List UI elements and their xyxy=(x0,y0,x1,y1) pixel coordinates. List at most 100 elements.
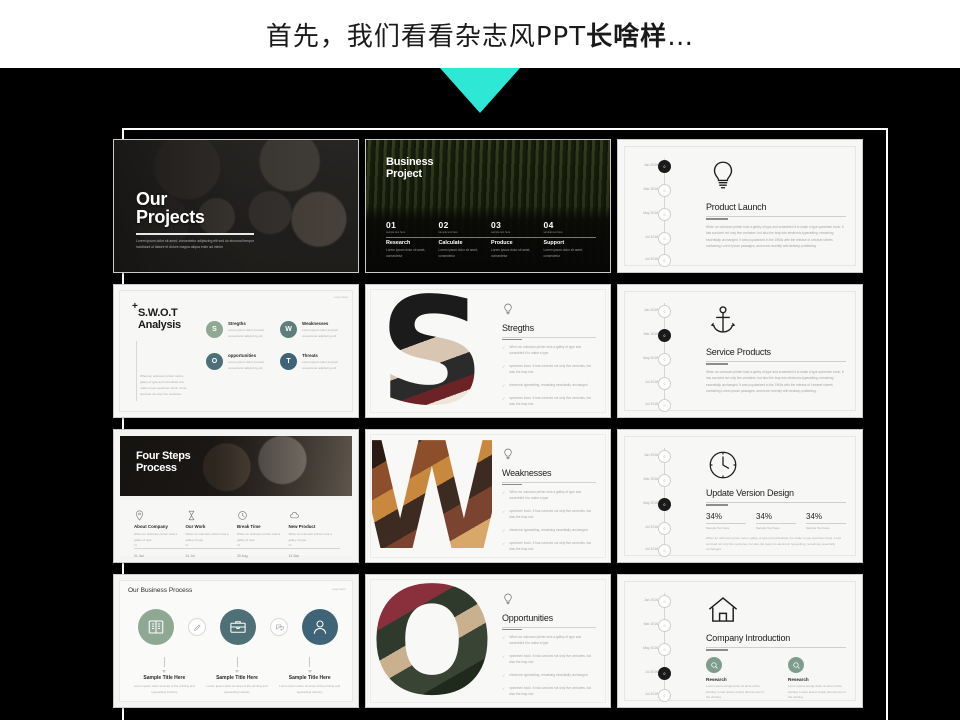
caption-text: Lorem ipsum dolor sit amet of the printi… xyxy=(206,684,268,694)
caption-item: Sample Title Here Lorem ipsum dolor sit … xyxy=(128,657,201,695)
clock-icon xyxy=(237,508,248,520)
swot-item: O opportunities Lorem ipsum dolor sit am… xyxy=(206,353,272,371)
timeline-node[interactable]: 0 xyxy=(658,305,671,318)
bullet-text: electronic typesetting, remaining essent… xyxy=(509,382,588,387)
swot-badge: S xyxy=(206,321,223,338)
bullet-text: When an unknown printer took a galley of… xyxy=(509,490,582,500)
slide-title-line2: Analysis xyxy=(138,319,181,332)
timeline-node[interactable]: 0 xyxy=(658,184,671,197)
swot-text: Lorem ipsum dolor sit amet consectetur a… xyxy=(228,328,265,338)
slide-service-products[interactable]: 0 0 0 0 0 Jan 2016 Mar 2016 May 2016 Jul… xyxy=(617,284,863,418)
bullet-text: specimen book. It has survived not only … xyxy=(509,508,592,519)
caption-text: Lorem ipsum dolor sit amet of the printi… xyxy=(133,684,195,694)
bullet-text: When an unknown printer took a galley of… xyxy=(509,345,582,355)
timeline-node[interactable]: 0 xyxy=(658,450,671,463)
slide-opportunities[interactable]: O Opportunities ✓ When an unknown printer… xyxy=(365,574,611,708)
axis-date: 30 Aug xyxy=(237,554,248,558)
axis-date: 01 Jun xyxy=(134,554,145,558)
slide-business-project[interactable]: Business Project 01 sample text here Res… xyxy=(365,139,611,273)
check-icon: ✓ xyxy=(502,508,506,514)
big-letter-w: W xyxy=(365,429,514,563)
slide-title: Our Business Process xyxy=(128,587,193,594)
page-title: 首先，我们看看杂志风PPT长啥样… xyxy=(266,16,694,53)
research-item: Research Lorem ipsum simply dolor sit am… xyxy=(706,657,766,701)
title-rule xyxy=(502,482,596,483)
timeline-node[interactable]: 0 xyxy=(658,254,671,267)
axis-date: 14 Jul xyxy=(185,554,195,558)
stat-item: 34% Sample Text here xyxy=(756,512,796,530)
timeline-node[interactable]: 0 xyxy=(658,595,671,608)
step-text: Lorem ipsum dolor sit amet, consectetur xyxy=(543,247,583,258)
step-number: 01 xyxy=(386,220,397,230)
axis-tick: 04 xyxy=(288,544,292,547)
step-column: About Company When an unknown printer to… xyxy=(134,508,186,543)
location-pin-icon xyxy=(134,508,145,521)
timeline-node[interactable]: 0 xyxy=(658,399,671,412)
timeline-date: Mar 2016 xyxy=(643,332,658,336)
timeline-date: Mar 2016 xyxy=(643,187,658,191)
lightbulb-icon xyxy=(706,158,740,192)
slide-body: When an unknown printer took a galley of… xyxy=(706,225,844,249)
step-number: 02 xyxy=(438,220,449,230)
timeline-node[interactable]: 0 xyxy=(658,544,671,557)
timeline-date: Jul 2016 xyxy=(645,692,658,696)
slide-four-steps-process[interactable]: Four Steps Process About Company When an… xyxy=(113,429,359,563)
timeline-node[interactable]: 0 xyxy=(658,160,671,173)
timeline-node[interactable]: 0 xyxy=(658,689,671,702)
slide-title-line2: Process xyxy=(136,462,177,475)
list-item: ✓ specimen book. It has survived not only… xyxy=(502,541,596,553)
check-icon: ✓ xyxy=(502,653,506,659)
title-rule-accent xyxy=(502,629,522,631)
timeline-date: May 2016 xyxy=(643,211,658,215)
title-rule-accent xyxy=(706,218,728,220)
swot-badge: T xyxy=(280,353,297,371)
step-item: 03 sample text here Produce Lorem ipsum … xyxy=(491,220,544,259)
slide-footnote: When an unknown printer took a galley of… xyxy=(140,374,187,396)
step-label: Calculate xyxy=(438,239,463,246)
slide-product-launch[interactable]: 0 0 0 0 0 Jan 2016 Mar 2016 May 2016 Jul… xyxy=(617,139,863,273)
title-rule xyxy=(706,502,846,503)
step-text: When an unknown printer took a galley of… xyxy=(134,532,178,542)
slide-swot-analysis[interactable]: + S.W.O.T Analysis When an unknown print… xyxy=(113,284,359,418)
connector-line xyxy=(309,657,311,667)
swot-heading: opportunities xyxy=(228,353,257,359)
list-item: ✓ When an unknown printer took a galley o… xyxy=(502,345,596,357)
slide-body: When an unknown printer took a galley of… xyxy=(706,370,844,394)
stat-rule xyxy=(706,523,746,524)
timeline-node[interactable]: 0 xyxy=(658,667,671,680)
timeline-node[interactable]: 0 xyxy=(658,522,671,535)
slide-title-line2: Project xyxy=(386,168,422,181)
timeline-node[interactable]: 0 xyxy=(658,208,671,221)
steps-panel: About Company When an unknown printer to… xyxy=(120,500,352,558)
slide-strengths[interactable]: S Stregths ✓ When an unknown printer took… xyxy=(365,284,611,418)
timeline-date: Jul 2016 xyxy=(645,547,658,551)
timeline-node[interactable]: 0 xyxy=(658,353,671,366)
axis-tick: 02 xyxy=(185,544,189,547)
arrow-down-icon xyxy=(235,670,239,673)
clock-icon xyxy=(706,448,740,482)
swot-item: T Threats Lorem ipsum dolor sit amet con… xyxy=(280,353,346,371)
slide-our-projects[interactable]: Our Projects Lorem ipsum dolor sit amet,… xyxy=(113,139,359,273)
slide-company-introduction[interactable]: 0 0 0 0 0 Jan 2016 Mar 2016 May 2016 Jul… xyxy=(617,574,863,708)
timeline-date: Mar 2016 xyxy=(643,622,658,626)
slide-our-business-process[interactable]: Our Business Process Logo Here Sample Ti… xyxy=(113,574,359,708)
title-rule-accent xyxy=(706,649,728,651)
slide-title: Business Project xyxy=(386,156,434,181)
timeline-node[interactable]: 0 xyxy=(658,643,671,656)
timeline-node[interactable]: 0 xyxy=(658,498,671,511)
slide-update-version-design[interactable]: 0 0 0 0 0 Jan 2016 Mar 2016 May 2016 Jul… xyxy=(617,429,863,563)
timeline-node[interactable]: 0 xyxy=(658,377,671,390)
page-title-plain: 首先，我们看看杂志风PPT xyxy=(265,21,587,52)
timeline-node[interactable]: 0 xyxy=(658,232,671,245)
slide-title: S.W.O.T Analysis xyxy=(138,307,181,332)
bullet-text: When an unknown printer took a galley of… xyxy=(509,635,582,645)
timeline-node[interactable]: 0 xyxy=(658,329,671,342)
caption-text: Lorem ipsum dolor sit amet of the printi… xyxy=(279,684,341,694)
swot-text: Lorem ipsum dolor sit amet consectetur a… xyxy=(302,360,339,370)
step-text: When an unknown printer took a galley of… xyxy=(237,532,281,542)
search-icon xyxy=(706,657,722,673)
timeline-node[interactable]: 0 xyxy=(658,474,671,487)
slide-weaknesses[interactable]: W Weaknesses ✓ When an unknown printer to… xyxy=(365,429,611,563)
title-rule xyxy=(706,361,846,362)
timeline-node[interactable]: 0 xyxy=(658,619,671,632)
